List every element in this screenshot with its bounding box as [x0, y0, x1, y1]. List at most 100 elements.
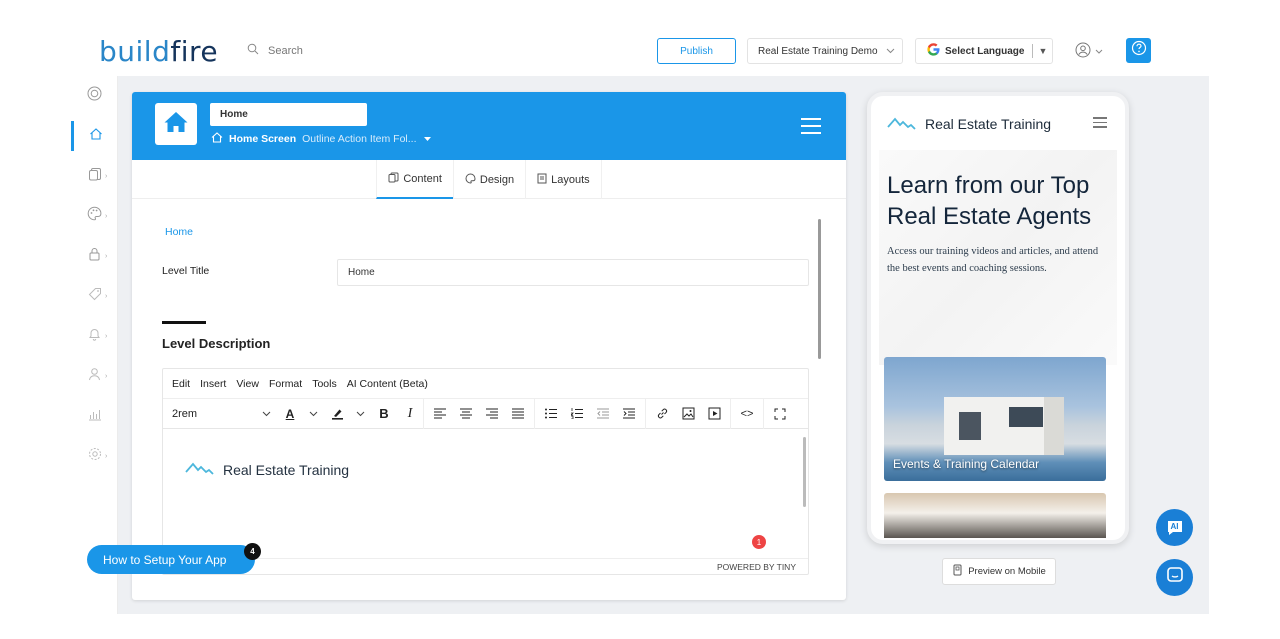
events-card-caption: Events & Training Calendar — [893, 457, 1040, 471]
top-bar: buildfire Search Publish Real Estate Tra… — [71, 25, 1209, 76]
workspace: Home Home Screen Outline Action Item Fol… — [118, 76, 1209, 614]
preview-screen[interactable]: Real Estate Training Learn from our Top … — [879, 98, 1117, 538]
ai-label: AI — [1170, 521, 1179, 531]
editor-canvas[interactable]: Real Estate Training — [163, 429, 808, 560]
tab-content[interactable]: Content — [376, 160, 453, 199]
fullscreen-icon[interactable] — [773, 407, 787, 421]
chevron-right-icon: › — [105, 252, 108, 260]
alignment-group — [424, 398, 535, 429]
level-title-input[interactable]: Home — [337, 259, 809, 286]
qr-phone-icon — [952, 564, 963, 579]
sidebar-item-monetize[interactable]: › — [71, 281, 118, 311]
preview-headline: Learn from our Top Real Estate Agents — [887, 172, 1092, 230]
search-placeholder: Search — [268, 44, 303, 57]
language-label: Select Language — [945, 45, 1025, 57]
code-group: <> — [731, 398, 764, 429]
sidebar-item-home[interactable] — [71, 121, 118, 151]
font-size-select[interactable]: 2rem A B I — [172, 398, 424, 429]
tab-layouts-label: Layouts — [551, 173, 590, 186]
user-icon — [88, 367, 101, 386]
bold-button[interactable]: B — [377, 406, 391, 421]
ai-assistant-button[interactable]: AI — [1156, 509, 1193, 546]
chevron-down-icon — [262, 408, 271, 420]
sidebar-item-support[interactable] — [71, 81, 118, 111]
preview-paragraph: Access our training videos and articles,… — [887, 246, 1099, 274]
highlight-color-icon[interactable] — [330, 407, 344, 421]
media-icon[interactable] — [707, 407, 721, 421]
powered-by-tiny[interactable]: POWERED BY TINY — [163, 558, 808, 574]
sidebar-item-plugins[interactable]: › — [71, 161, 118, 191]
outdent-icon[interactable] — [596, 407, 610, 421]
link-icon[interactable] — [655, 407, 669, 421]
sidebar-item-design[interactable]: › — [71, 201, 118, 231]
bell-icon — [88, 327, 101, 346]
tab-design[interactable]: Design — [452, 160, 525, 199]
preview-on-mobile-label: Preview on Mobile — [968, 566, 1046, 577]
canvas-scrollbar[interactable] — [803, 437, 806, 507]
app-selector-dropdown[interactable]: Real Estate Training Demo — [747, 38, 903, 64]
image-icon[interactable] — [681, 407, 695, 421]
screen-title-input[interactable]: Home — [210, 103, 367, 126]
user-menu-button[interactable] — [1066, 38, 1112, 64]
editor-scrollbar[interactable] — [818, 219, 821, 359]
sidebar-item-security[interactable]: › — [71, 241, 118, 271]
numbered-list-icon[interactable] — [570, 407, 584, 421]
align-center-icon[interactable] — [459, 407, 473, 421]
caret-down-icon — [423, 133, 432, 145]
editor-content: Home Level Title Home Level Description … — [132, 199, 846, 600]
italic-button[interactable]: I — [403, 406, 417, 421]
publish-button[interactable]: Publish — [657, 38, 736, 64]
language-selector[interactable]: Select Language ▼ — [915, 38, 1053, 64]
menu-insert[interactable]: Insert — [200, 378, 226, 390]
section-divider — [162, 321, 206, 324]
menu-tools[interactable]: Tools — [312, 378, 337, 390]
align-right-icon[interactable] — [485, 407, 499, 421]
align-justify-icon[interactable] — [511, 407, 525, 421]
chevron-right-icon: › — [105, 372, 108, 380]
menu-hamburger-icon[interactable] — [801, 118, 821, 139]
lifebuoy-icon — [87, 86, 102, 106]
source-code-button[interactable]: <> — [740, 407, 754, 421]
menu-edit[interactable]: Edit — [172, 378, 190, 390]
ai-chat-icon: AI — [1165, 518, 1185, 538]
buildfire-logo[interactable]: buildfire — [99, 35, 218, 68]
chat-support-button[interactable] — [1156, 559, 1193, 596]
setup-guide-button[interactable]: How to Setup Your App — [87, 545, 255, 574]
align-left-icon[interactable] — [433, 407, 447, 421]
mountain-logo-icon — [185, 461, 215, 478]
level-title-label: Level Title — [162, 265, 210, 277]
menu-view[interactable]: View — [236, 378, 259, 390]
sidebar-item-notifications[interactable]: › — [71, 321, 118, 351]
preview-brand: Real Estate Training — [925, 116, 1052, 132]
help-icon — [1131, 40, 1147, 61]
tab-layouts[interactable]: Layouts — [525, 160, 602, 199]
rich-text-editor: Edit Insert View Format Tools AI Content… — [162, 368, 809, 575]
preview-on-mobile-button[interactable]: Preview on Mobile — [942, 558, 1056, 585]
menu-format[interactable]: Format — [269, 378, 302, 390]
text-color-icon[interactable]: A — [283, 407, 297, 421]
notification-badge[interactable]: 1 — [752, 535, 766, 549]
user-avatar-icon — [1075, 42, 1091, 61]
indent-icon[interactable] — [622, 407, 636, 421]
search-box[interactable]: Search — [247, 43, 303, 58]
help-button[interactable] — [1126, 38, 1151, 63]
sidebar-item-analytics[interactable] — [71, 401, 118, 431]
screen-breadcrumb[interactable]: Home Screen Outline Action Item Fol... — [211, 132, 432, 146]
chevron-right-icon: › — [105, 172, 108, 180]
menu-ai-content[interactable]: AI Content (Beta) — [347, 378, 428, 390]
home-breadcrumb-link[interactable]: Home — [165, 226, 193, 238]
mobile-preview: Real Estate Training Learn from our Top … — [867, 92, 1129, 544]
editor-header: Home Home Screen Outline Action Item Fol… — [132, 92, 846, 160]
app-frame: buildfire Search Publish Real Estate Tra… — [71, 25, 1209, 614]
bullet-list-icon[interactable] — [544, 407, 558, 421]
plugins-icon — [88, 167, 102, 186]
content-icon — [388, 172, 399, 186]
chevron-down-icon — [886, 46, 895, 57]
sidebar-item-users[interactable]: › — [71, 361, 118, 391]
screen-icon-box[interactable] — [155, 103, 197, 145]
settings-icon — [88, 447, 102, 466]
sidebar-item-settings[interactable]: › — [71, 441, 118, 471]
analytics-icon — [88, 407, 102, 426]
chevron-right-icon: › — [105, 212, 108, 220]
setup-guide-badge: 4 — [244, 543, 261, 560]
